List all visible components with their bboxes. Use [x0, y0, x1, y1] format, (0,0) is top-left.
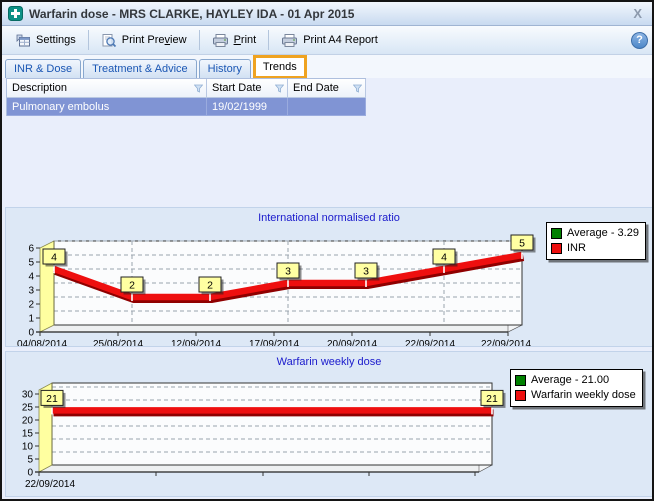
table-row-selected[interactable]: Pulmonary embolus 19/02/1999	[7, 98, 366, 116]
tab-history[interactable]: History	[199, 59, 251, 78]
settings-button[interactable]: Settings	[6, 29, 85, 52]
svg-text:4: 4	[28, 272, 34, 283]
column-header-description[interactable]: Description	[7, 79, 207, 98]
svg-text:20: 20	[22, 416, 34, 427]
cell-description: Pulmonary embolus	[7, 98, 207, 116]
svg-text:5: 5	[27, 455, 33, 466]
column-header-start-date[interactable]: Start Date	[207, 79, 288, 98]
svg-text:2: 2	[207, 280, 213, 292]
svg-text:21: 21	[486, 393, 498, 405]
settings-icon	[15, 33, 31, 48]
print-preview-icon	[101, 33, 117, 48]
svg-text:3: 3	[28, 286, 34, 297]
dose-chart-title: Warfarin weekly dose	[6, 356, 652, 368]
toolbar: Settings Print Preview Print	[2, 26, 652, 55]
dose-chart-legend: Average - 21.00 Warfarin weekly dose	[510, 369, 643, 407]
print-a4-report-icon	[281, 33, 298, 48]
filter-funnel-icon[interactable]	[353, 84, 362, 93]
inr-chart-legend: Average - 3.29 INR	[546, 222, 646, 260]
title-bar: Warfarin dose - MRS CLARKE, HAYLEY IDA -…	[2, 2, 652, 26]
app-icon	[8, 6, 23, 21]
svg-text:22/09/2014: 22/09/2014	[405, 339, 455, 346]
average-swatch	[551, 228, 562, 239]
legend-item-average: Average - 3.29	[551, 226, 639, 241]
help-button[interactable]: ?	[631, 32, 648, 49]
svg-text:5: 5	[519, 238, 525, 250]
svg-text:3: 3	[363, 266, 369, 278]
table-header-row: Description Start Date End Date	[7, 79, 366, 98]
trends-highlight-annotation: Trends	[253, 55, 307, 79]
svg-text:0: 0	[28, 328, 34, 339]
svg-text:0: 0	[27, 468, 33, 479]
column-header-end-date[interactable]: End Date	[288, 79, 366, 98]
svg-text:1: 1	[28, 314, 34, 325]
cell-end-date	[288, 98, 366, 116]
toolbar-separator	[268, 30, 269, 50]
legend-item-inr: INR	[551, 241, 639, 256]
legend-item-average: Average - 21.00	[515, 373, 636, 388]
svg-text:3: 3	[285, 266, 291, 278]
svg-text:17/09/2014: 17/09/2014	[249, 339, 299, 346]
dose-chart-panel: Warfarin weekly dose 0 5 10 15 20 25 30 22/09/2…	[5, 351, 653, 497]
print-icon	[212, 33, 229, 48]
svg-text:15: 15	[22, 429, 34, 440]
close-button[interactable]: X	[629, 6, 646, 21]
svg-text:4: 4	[51, 252, 57, 264]
print-preview-label: Print Preview	[122, 34, 187, 46]
filter-funnel-icon[interactable]	[194, 84, 203, 93]
svg-text:6: 6	[28, 244, 34, 255]
toolbar-separator	[88, 30, 89, 50]
tab-bar: INR & Dose Treatment & Advice History Tr…	[2, 55, 652, 78]
print-preview-button[interactable]: Print Preview	[92, 29, 196, 52]
svg-text:2: 2	[28, 300, 34, 311]
weekly-dose-swatch	[515, 390, 526, 401]
svg-text:10: 10	[22, 442, 34, 453]
svg-text:20/09/2014: 20/09/2014	[327, 339, 377, 346]
svg-text:25: 25	[22, 403, 34, 414]
tab-treatment-and-advice[interactable]: Treatment & Advice	[83, 59, 197, 78]
svg-text:04/08/2014: 04/08/2014	[17, 339, 67, 346]
window-title: Warfarin dose - MRS CLARKE, HAYLEY IDA -…	[29, 7, 623, 21]
settings-label: Settings	[36, 34, 76, 46]
svg-text:22/09/2014: 22/09/2014	[481, 339, 531, 346]
indication-table: Description Start Date End Date Pulmonar…	[6, 78, 366, 116]
svg-text:4: 4	[441, 252, 447, 264]
legend-item-weekly-dose: Warfarin weekly dose	[515, 388, 636, 403]
svg-text:12/09/2014: 12/09/2014	[171, 339, 221, 346]
warfarin-dose-window: Warfarin dose - MRS CLARKE, HAYLEY IDA -…	[0, 0, 654, 501]
svg-text:5: 5	[28, 258, 34, 269]
tab-inr-and-dose[interactable]: INR & Dose	[5, 59, 81, 78]
filter-funnel-icon[interactable]	[275, 84, 284, 93]
svg-text:30: 30	[22, 390, 34, 401]
cell-start-date: 19/02/1999	[207, 98, 288, 116]
svg-text:2: 2	[129, 280, 135, 292]
inr-swatch	[551, 243, 562, 254]
print-a4-report-label: Print A4 Report	[303, 34, 378, 46]
print-button[interactable]: Print	[203, 29, 266, 52]
toolbar-separator	[199, 30, 200, 50]
svg-text:25/08/2014: 25/08/2014	[93, 339, 143, 346]
svg-text:22/09/2014: 22/09/2014	[25, 479, 75, 490]
tab-trends[interactable]: Trends	[256, 58, 304, 76]
print-a4-report-button[interactable]: Print A4 Report	[272, 29, 387, 52]
average-swatch	[515, 375, 526, 386]
print-label: Print	[234, 34, 257, 46]
svg-text:21: 21	[46, 393, 58, 405]
inr-chart-panel: International normalised ratio 012345604…	[5, 207, 653, 347]
